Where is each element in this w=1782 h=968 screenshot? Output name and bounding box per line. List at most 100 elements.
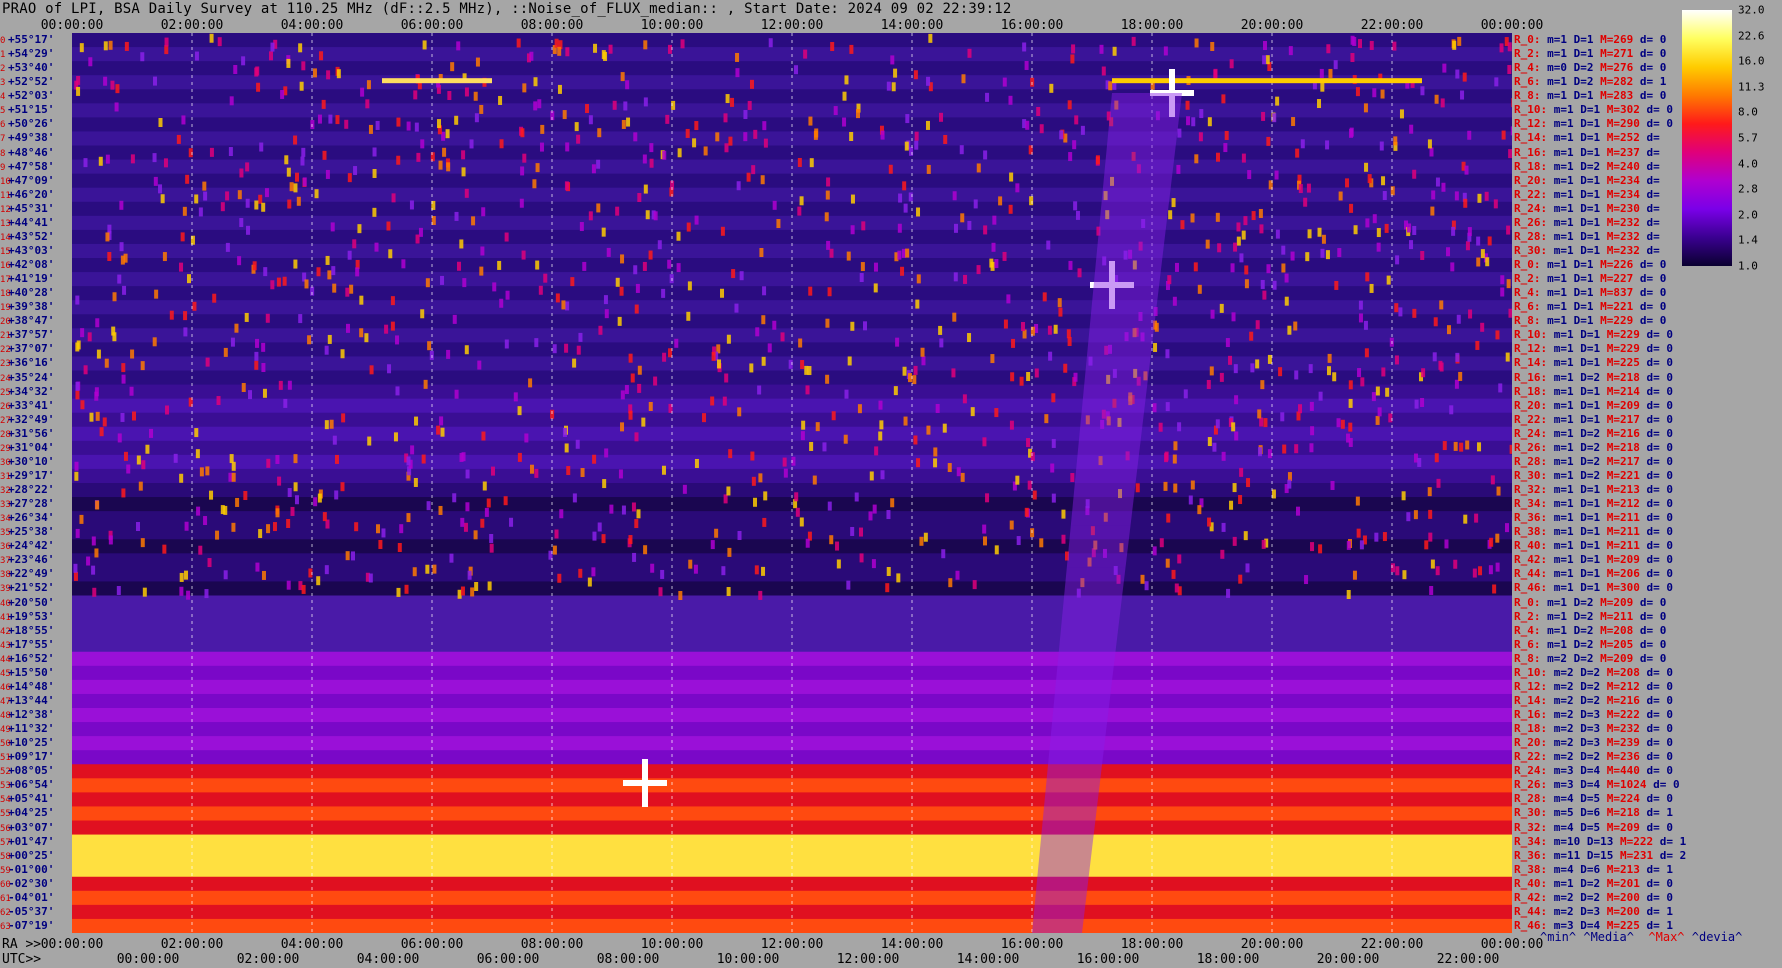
row-stat-m: m=2 D=2 <box>1553 679 1601 693</box>
noise-speck <box>75 295 80 305</box>
row-statistics: R_0: m=1 D=1 M=269 d= 0 R_2: m=1 D=1 M=27… <box>1514 33 1704 933</box>
noise-speck <box>1417 457 1422 467</box>
noise-speck <box>902 366 907 376</box>
noise-speck <box>1006 294 1011 304</box>
noise-speck <box>799 196 804 206</box>
noise-speck <box>79 43 84 53</box>
noise-speck <box>1328 68 1333 78</box>
noise-speck <box>621 505 626 515</box>
noise-speck <box>799 517 804 527</box>
declination-row-label: 7 +49°38' <box>0 131 72 145</box>
noise-speck <box>668 348 673 358</box>
declination-labels: 0 +55°17' 1 +54°29' 2 +53°40' 3 +52°52' 4 +52°03'… <box>0 33 72 933</box>
noise-speck <box>976 265 981 275</box>
noise-speck <box>1080 125 1085 135</box>
row-stat-M: M=440 <box>1606 764 1640 778</box>
noise-speck <box>375 120 380 130</box>
row-stat-r: R_28: <box>1514 229 1548 243</box>
declination-row-label: 23+36°16' <box>0 356 72 370</box>
noise-speck <box>1294 370 1299 380</box>
noise-speck <box>406 513 411 523</box>
noise-speck <box>1300 139 1305 149</box>
noise-speck <box>194 428 199 438</box>
noise-speck <box>286 580 291 590</box>
row-stat-M: M=276 <box>1600 61 1634 75</box>
noise-speck <box>152 153 157 163</box>
row-index: 6 <box>0 120 6 131</box>
row-stat-d: d= 0 <box>1646 665 1673 679</box>
noise-speck <box>898 193 903 203</box>
declination-row-label: 50+10°25' <box>0 736 72 750</box>
declination-value: +08°05' <box>8 764 55 778</box>
noise-speck <box>1336 418 1341 428</box>
noise-speck <box>723 113 728 123</box>
noise-speck <box>1288 46 1293 56</box>
noise-speck <box>951 368 956 378</box>
row-index: 52 <box>0 767 11 778</box>
noise-speck <box>1165 402 1170 412</box>
top-axis-tick: 02:00:00 <box>160 18 224 33</box>
declination-row-label: 59-01°00' <box>0 863 72 877</box>
declination-value: +03°07' <box>8 820 55 834</box>
noise-speck <box>1432 352 1437 362</box>
noise-speck <box>287 380 292 390</box>
noise-speck <box>938 325 943 335</box>
noise-speck <box>1363 103 1368 113</box>
noise-speck <box>471 216 476 226</box>
row-stat-d: d= 0 <box>1646 722 1673 736</box>
noise-speck <box>158 184 163 194</box>
noise-speck <box>312 68 317 78</box>
noise-speck <box>768 38 773 48</box>
noise-speck <box>570 277 575 287</box>
noise-speck <box>985 92 990 102</box>
noise-speck <box>566 466 571 476</box>
row-index: 31 <box>0 471 11 482</box>
row-stat: R_10: m=2 D=2 M=208 d= 0 <box>1514 666 1673 680</box>
noise-speck <box>1420 86 1425 96</box>
noise-speck <box>270 42 275 52</box>
row-stat-m: m=1 D=1 <box>1553 412 1601 426</box>
noise-speck <box>1412 308 1417 318</box>
noise-speck <box>1420 251 1425 261</box>
row-stat-d: d= 0 <box>1639 314 1667 328</box>
row-stat-d: d= 1 <box>1646 806 1673 820</box>
noise-speck <box>926 425 931 435</box>
noise-speck <box>973 199 978 209</box>
row-index: 33 <box>0 500 11 511</box>
row-stat-M: M=208 <box>1606 665 1640 679</box>
noise-speck <box>746 172 751 182</box>
noise-speck <box>327 270 332 280</box>
row-stat-d: d= 0 <box>1646 511 1673 525</box>
noise-speck <box>620 254 625 264</box>
colorbar-gradient <box>1682 10 1732 266</box>
noise-speck <box>626 117 631 127</box>
row-stat-d: d= 0 <box>1646 370 1673 384</box>
declination-value: +50°26' <box>8 117 55 131</box>
noise-speck <box>592 454 597 464</box>
noise-speck <box>873 262 878 272</box>
noise-speck <box>1165 349 1170 359</box>
noise-speck <box>798 338 803 348</box>
top-axis-tick: 22:00:00 <box>1360 18 1424 33</box>
noise-speck <box>619 286 624 296</box>
noise-speck <box>896 573 901 583</box>
declination-value: +44°41' <box>8 215 55 229</box>
noise-speck <box>216 396 221 406</box>
noise-speck <box>454 115 459 125</box>
row-stat: R_28: m=1 D=2 M=217 d= 0 <box>1514 455 1673 469</box>
noise-speck <box>235 497 240 507</box>
noise-speck <box>1498 383 1503 393</box>
declination-row-label: 21+37°57' <box>0 328 72 342</box>
noise-speck <box>464 345 469 355</box>
noise-speck <box>75 390 80 400</box>
noise-speck <box>1434 453 1439 463</box>
noise-speck <box>737 530 742 540</box>
noise-speck <box>826 177 831 187</box>
row-stat-M: M=211 <box>1600 609 1634 623</box>
noise-speck <box>891 82 896 92</box>
noise-speck <box>223 505 228 515</box>
noise-speck <box>331 266 336 276</box>
noise-speck <box>1070 473 1075 483</box>
noise-speck <box>140 361 145 371</box>
noise-speck <box>1398 307 1403 317</box>
